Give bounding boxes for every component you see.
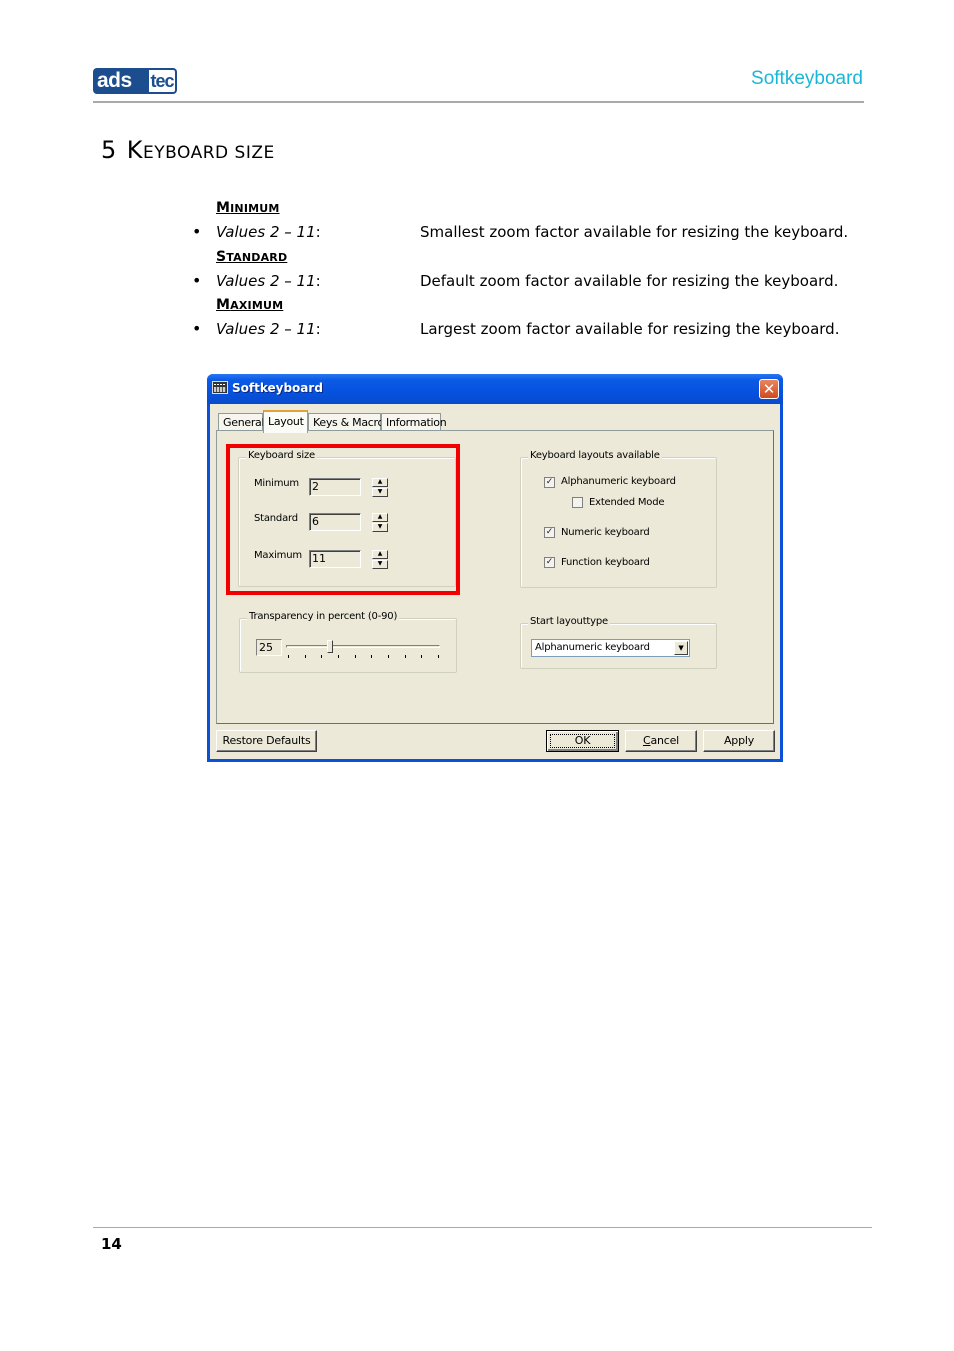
heading-rest: aximum bbox=[230, 299, 284, 312]
alphanumeric-checkbox[interactable]: ✓ bbox=[544, 477, 555, 488]
header-title: Softkeyboard bbox=[751, 68, 863, 89]
values-text: Values 2 – 11 bbox=[216, 320, 316, 338]
bullet-icon: • bbox=[192, 271, 202, 290]
slider-tick bbox=[321, 655, 322, 658]
slider-tick bbox=[405, 655, 406, 658]
header-divider bbox=[93, 101, 864, 103]
transparency-slider[interactable] bbox=[286, 640, 440, 662]
bullet-icon: • bbox=[192, 319, 202, 338]
numeric-label: Numeric keyboard bbox=[561, 527, 650, 538]
spec-description: Largest zoom factor available for resizi… bbox=[420, 320, 840, 338]
heading-initial: M bbox=[216, 297, 231, 313]
tab-general[interactable]: General bbox=[218, 413, 265, 431]
colon: : bbox=[315, 320, 321, 338]
slider-tick bbox=[305, 655, 306, 658]
spec-values: Values 2 – 11: bbox=[216, 272, 321, 290]
chapter-title-initial: K bbox=[126, 136, 144, 164]
start-layout-select[interactable]: Alphanumeric keyboard ▼ bbox=[531, 639, 690, 657]
heading-initial: S bbox=[216, 249, 227, 265]
footer-divider bbox=[93, 1227, 872, 1228]
dialog-title: Softkeyboard bbox=[232, 381, 323, 395]
apply-button[interactable]: Apply bbox=[703, 730, 775, 752]
adstec-logo: ads tec bbox=[93, 68, 177, 94]
heading-rest: inimum bbox=[230, 202, 280, 215]
bullet-icon: • bbox=[192, 222, 202, 241]
numeric-checkbox[interactable]: ✓ bbox=[544, 527, 555, 538]
close-button[interactable]: ✕ bbox=[759, 379, 779, 399]
spec-values: Values 2 – 11: bbox=[216, 320, 321, 338]
start-layout-value: Alphanumeric keyboard bbox=[535, 642, 650, 653]
start-layout-legend: Start layouttype bbox=[528, 616, 610, 627]
logo-ads: ads bbox=[93, 68, 149, 94]
slider-tick bbox=[355, 655, 356, 658]
transparency-input[interactable]: 25 bbox=[256, 639, 282, 656]
spec-description: Smallest zoom factor available for resiz… bbox=[420, 223, 849, 241]
tab-layout[interactable]: Layout bbox=[263, 410, 308, 433]
slider-tick bbox=[371, 655, 372, 658]
dialog-titlebar[interactable]: Softkeyboard ✕ bbox=[207, 374, 783, 404]
keyboard-icon bbox=[212, 381, 228, 394]
chapter-title-rest: eyboard size bbox=[143, 143, 275, 163]
colon: : bbox=[315, 272, 321, 290]
slider-track bbox=[286, 645, 440, 648]
ok-button[interactable]: OK bbox=[546, 730, 619, 752]
function-checkbox[interactable]: ✓ bbox=[544, 557, 555, 568]
cancel-button[interactable]: Cancel bbox=[625, 730, 697, 752]
tab-information[interactable]: Information bbox=[381, 413, 447, 431]
extended-mode-label: Extended Mode bbox=[589, 497, 665, 508]
slider-tick bbox=[288, 655, 289, 658]
spec-heading-maximum: Maximum bbox=[216, 297, 283, 313]
slider-thumb[interactable] bbox=[327, 640, 333, 653]
slider-tick bbox=[438, 655, 439, 658]
transparency-legend: Transparency in percent (0-90) bbox=[247, 611, 400, 622]
colon: : bbox=[315, 223, 321, 241]
values-text: Values 2 – 11 bbox=[216, 272, 316, 290]
alphanumeric-label: Alphanumeric keyboard bbox=[561, 476, 676, 487]
heading-rest: tandard bbox=[226, 251, 288, 264]
tab-keys-macro[interactable]: Keys & Macro bbox=[308, 413, 384, 431]
spec-heading-standard: Standard bbox=[216, 249, 287, 265]
logo-tec: tec bbox=[147, 68, 177, 94]
chapter-number: 5 bbox=[101, 136, 117, 164]
dropdown-arrow-icon[interactable]: ▼ bbox=[674, 641, 688, 655]
restore-defaults-button[interactable]: Restore Defaults bbox=[216, 730, 317, 752]
slider-tick bbox=[421, 655, 422, 658]
heading-initial: M bbox=[216, 200, 231, 216]
red-highlight-box bbox=[226, 444, 460, 595]
chapter-heading: 5 Keyboard size bbox=[101, 136, 275, 164]
values-text: Values 2 – 11 bbox=[216, 223, 316, 241]
ok-label: OK bbox=[550, 734, 615, 748]
page-number: 14 bbox=[101, 1235, 122, 1253]
function-label: Function keyboard bbox=[561, 557, 650, 568]
spec-heading-minimum: Minimum bbox=[216, 200, 280, 216]
slider-tick bbox=[338, 655, 339, 658]
spec-values: Values 2 – 11: bbox=[216, 223, 321, 241]
keyboard-layouts-legend: Keyboard layouts available bbox=[528, 450, 662, 461]
cancel-label-rest: ancel bbox=[650, 734, 680, 747]
slider-tick bbox=[388, 655, 389, 658]
extended-mode-checkbox[interactable] bbox=[572, 497, 583, 508]
spec-description: Default zoom factor available for resizi… bbox=[420, 272, 839, 290]
